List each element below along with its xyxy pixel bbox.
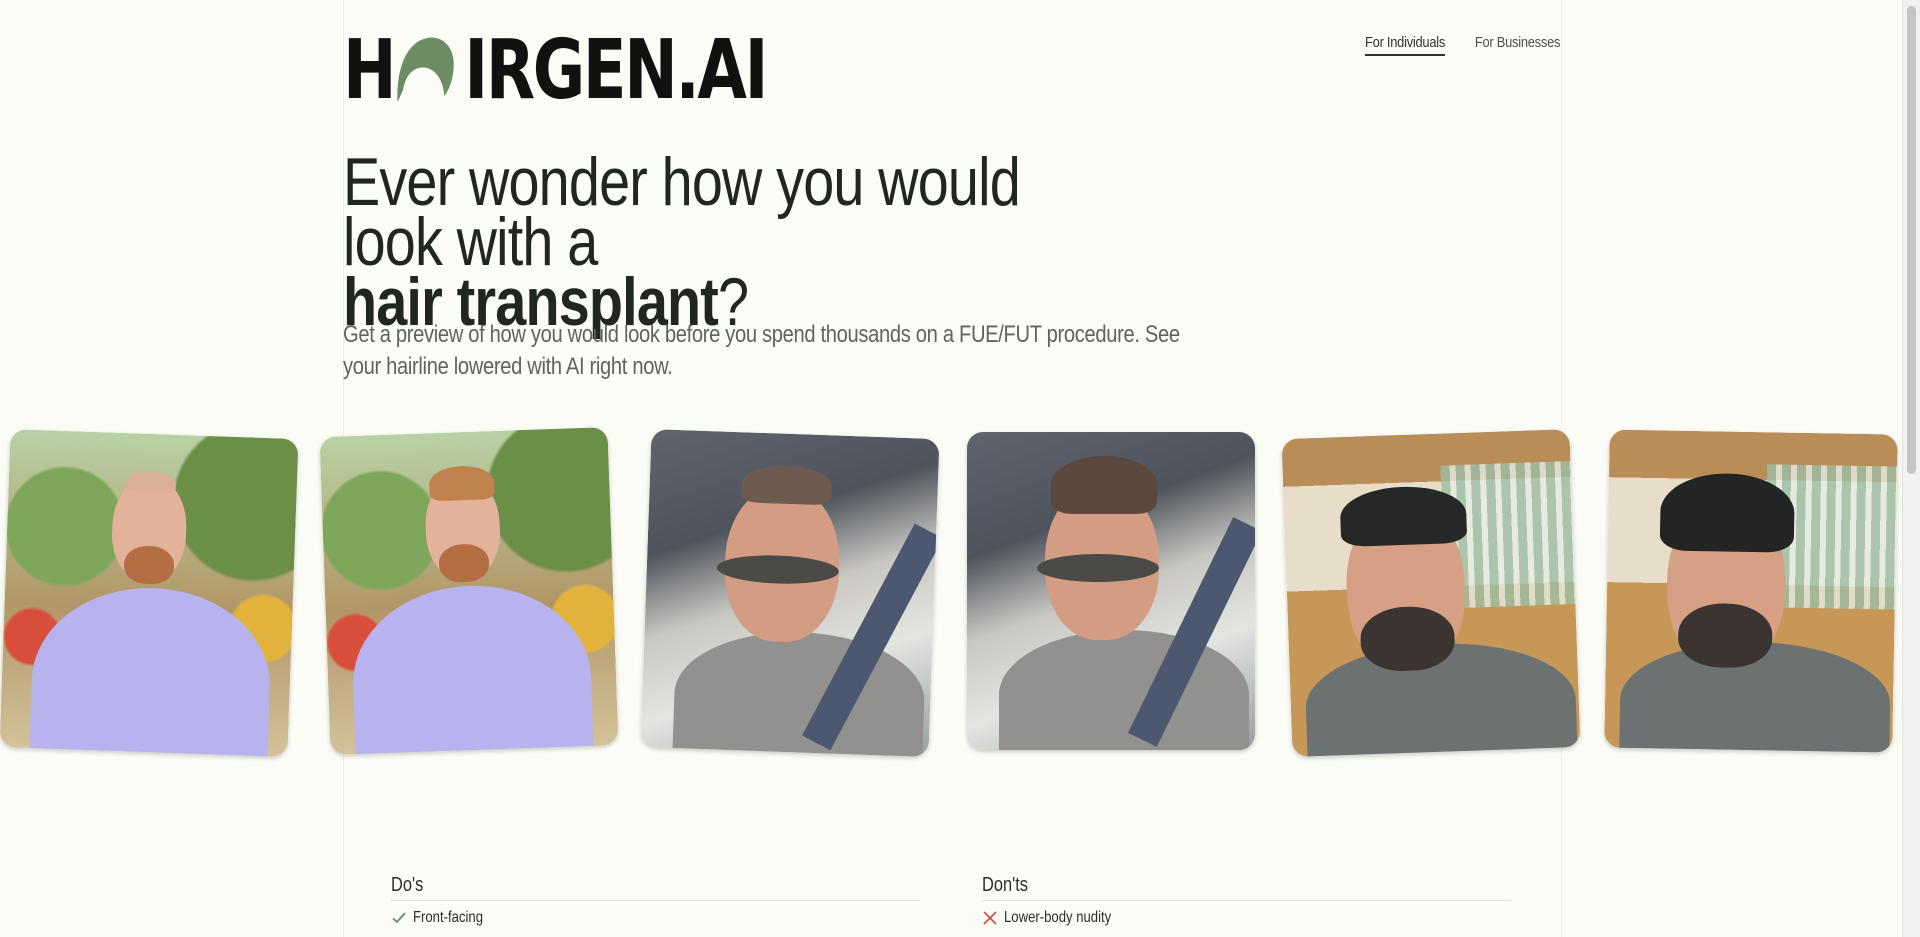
page-scrollbar[interactable] bbox=[1902, 0, 1920, 937]
scrollbar-thumb[interactable] bbox=[1907, 6, 1916, 474]
close-icon bbox=[983, 911, 997, 925]
dos-column: Do's Front-facing bbox=[391, 872, 920, 927]
photo-3 bbox=[640, 429, 940, 757]
person-beard bbox=[1359, 605, 1456, 673]
photo-6 bbox=[1604, 429, 1898, 753]
top-navigation: For Individuals For Businesses bbox=[1352, 34, 1560, 56]
hero-subtitle: Get a preview of how you would look befo… bbox=[343, 321, 1180, 380]
hero-headline: Ever wonder how you would look with a ha… bbox=[343, 148, 1081, 336]
brand-logo[interactable]: H IRGEN.AI bbox=[343, 23, 768, 118]
person-beard bbox=[1677, 602, 1773, 669]
before-after-gallery bbox=[0, 427, 1900, 762]
photo-2 bbox=[319, 427, 619, 755]
photo-4 bbox=[967, 432, 1255, 750]
photo-1 bbox=[0, 429, 299, 757]
donts-title: Don'ts bbox=[982, 872, 1511, 901]
person-hair bbox=[1051, 456, 1157, 514]
nav-for-businesses[interactable]: For Businesses bbox=[1475, 34, 1561, 56]
person-beard bbox=[123, 545, 175, 585]
logo-letter-h: H bbox=[343, 23, 397, 118]
person-beard bbox=[438, 543, 490, 584]
donts-item-text: Lower-body nudity bbox=[1004, 909, 1112, 926]
dos-title: Do's bbox=[391, 872, 920, 901]
headline-text: Ever wonder how you would look with a bbox=[343, 144, 1021, 280]
person-glasses bbox=[1037, 554, 1159, 582]
person-hair bbox=[428, 465, 495, 502]
person-body bbox=[999, 630, 1249, 750]
hair-icon bbox=[394, 32, 464, 110]
photo-guidelines: Do's Front-facing Don'ts Lower-body nudi… bbox=[391, 872, 1513, 927]
check-icon bbox=[392, 912, 406, 924]
logo-text-rest: IRGEN.AI bbox=[464, 23, 768, 118]
dos-item: Front-facing bbox=[391, 909, 920, 927]
dos-item-text: Front-facing bbox=[413, 909, 484, 926]
nav-for-individuals[interactable]: For Individuals bbox=[1364, 34, 1445, 56]
photo-5 bbox=[1281, 429, 1581, 757]
donts-item: Lower-body nudity bbox=[982, 909, 1511, 927]
donts-column: Don'ts Lower-body nudity bbox=[982, 872, 1511, 927]
